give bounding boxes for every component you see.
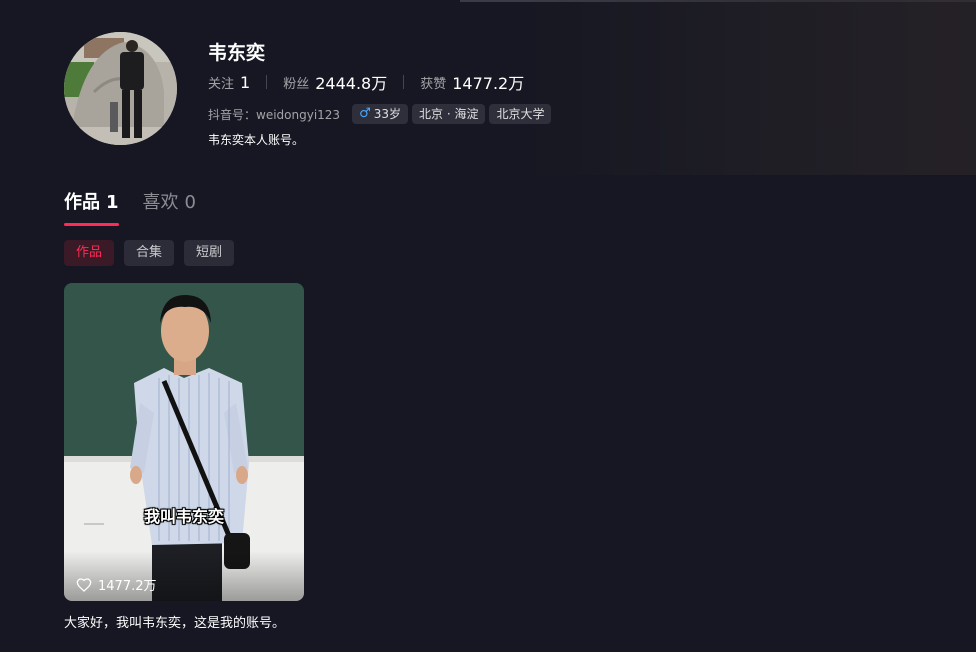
heart-icon	[76, 577, 92, 592]
header-glow	[520, 0, 976, 175]
following-count[interactable]: 1	[240, 73, 250, 92]
profile-bio: 韦东奕本人账号。	[208, 133, 305, 147]
age-tag: ♂ 33岁	[352, 104, 408, 124]
stats-row: 关注 1 粉丝 2444.8万 获赞 1477.2万	[208, 70, 524, 94]
tab-works-label: 作品	[64, 192, 100, 213]
stats-divider	[403, 75, 405, 89]
fans-count[interactable]: 2444.8万	[315, 70, 387, 94]
fans-label[interactable]: 粉丝	[283, 73, 309, 92]
tab-likes[interactable]: 喜欢 0	[143, 188, 196, 226]
account-id: 抖音号：weidongyi123	[208, 107, 341, 122]
avatar[interactable]	[64, 32, 177, 145]
subtab-works[interactable]: 作品	[64, 240, 115, 266]
tab-works-count: 1	[106, 192, 119, 213]
video-likes: 1477.2万	[76, 575, 157, 594]
tab-likes-label: 喜欢	[142, 192, 179, 213]
video-overlay-text: 我叫韦东奕	[143, 507, 224, 526]
profile-meta: 抖音号：weidongyi123 ♂ 33岁 北京 · 海淀 北京大学	[208, 104, 555, 124]
location-tag: 北京 · 海淀	[412, 104, 486, 124]
video-likes-count: 1477.2万	[98, 579, 157, 594]
sub-tabs: 作品 合集 短剧	[64, 240, 244, 266]
likes-label: 获赞	[420, 76, 447, 92]
following-label[interactable]: 关注	[208, 73, 234, 92]
stats-divider	[266, 75, 268, 89]
tab-works[interactable]: 作品 1	[64, 188, 119, 226]
tab-likes-count: 0	[184, 192, 196, 213]
video-card[interactable]: 我叫韦东奕 1477.2万	[64, 283, 304, 601]
subtab-short-dramas[interactable]: 短剧	[184, 240, 235, 266]
profile-tabs: 作品 1 喜欢 0	[64, 188, 220, 226]
age-text: 33岁	[373, 107, 401, 121]
likes-count: 1477.2万	[452, 74, 525, 93]
profile-name: 韦东奕	[208, 42, 266, 64]
video-title[interactable]: 大家好，我叫韦东奕，这是我的账号。	[64, 612, 285, 631]
male-icon: ♂	[359, 106, 371, 121]
school-tag: 北京大学	[489, 104, 552, 124]
subtab-collections[interactable]: 合集	[124, 240, 175, 266]
